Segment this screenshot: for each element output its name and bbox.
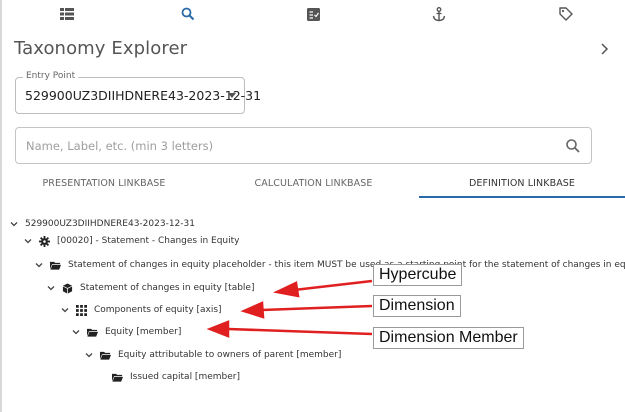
search-input[interactable] bbox=[16, 128, 556, 163]
tree-node-label: Components of equity [axis] bbox=[94, 305, 222, 315]
tree-node-label: 529900UZ3DIIHDNERE43-2023-12-31 bbox=[25, 219, 195, 229]
chevron-down-icon[interactable] bbox=[34, 260, 44, 270]
list-icon[interactable] bbox=[56, 4, 78, 24]
tag-icon[interactable] bbox=[555, 4, 577, 24]
caret-down-icon[interactable] bbox=[228, 93, 236, 98]
linkbase-tabs: PRESENTATION LINKBASE CALCULATION LINKBA… bbox=[0, 168, 625, 198]
search-field bbox=[15, 127, 592, 164]
active-tab-indicator bbox=[419, 196, 625, 198]
tree-node-label: Equity [member] bbox=[105, 327, 182, 337]
dimension-member-arrowhead bbox=[206, 320, 230, 338]
dimension-member-callout: Dimension Member bbox=[373, 327, 524, 349]
entry-point-value: 529900UZ3DIIHDNERE43-2023-12-31 bbox=[25, 88, 262, 103]
chevron-right-icon[interactable] bbox=[598, 41, 612, 57]
dimension-member-arrow bbox=[227, 327, 373, 336]
dimension-callout: Dimension bbox=[373, 295, 461, 317]
tree-node-label: Equity attributable to owners of parent … bbox=[118, 350, 342, 360]
tree-node-hypercube[interactable]: Statement of changes in equity [table] bbox=[46, 280, 254, 296]
left-border bbox=[0, 0, 2, 412]
hypercube-callout: Hypercube bbox=[373, 264, 463, 286]
chevron-down-icon[interactable] bbox=[84, 350, 94, 360]
folder-icon bbox=[100, 351, 111, 360]
tree-node-label: Statement of changes in equity [table] bbox=[80, 283, 255, 293]
fact-table-icon[interactable] bbox=[302, 4, 324, 24]
chevron-down-icon[interactable] bbox=[46, 283, 56, 293]
tab-calculation-linkbase[interactable]: CALCULATION LINKBASE bbox=[208, 168, 419, 198]
dimension-arrow bbox=[261, 304, 373, 312]
tree-node-label: Issued capital [member] bbox=[130, 372, 240, 382]
entry-point-legend: Entry Point bbox=[23, 71, 79, 81]
search-icon[interactable] bbox=[177, 4, 199, 24]
search-icon[interactable] bbox=[565, 138, 581, 154]
folder-icon bbox=[50, 261, 61, 270]
tree-node-dimension[interactable]: Components of equity [axis] bbox=[60, 302, 222, 318]
folder-icon bbox=[112, 373, 123, 382]
tree-node-entry-point[interactable]: 529900UZ3DIIHDNERE43-2023-12-31 bbox=[9, 216, 195, 232]
tree-node-label: Statement of changes in equity placehold… bbox=[68, 260, 625, 270]
tree-node-member-equity[interactable]: Equity [member] bbox=[71, 324, 181, 340]
chevron-down-icon[interactable] bbox=[71, 327, 81, 337]
entry-point-select[interactable]: Entry Point 529900UZ3DIIHDNERE43-2023-12… bbox=[15, 71, 261, 114]
dimension-arrowhead bbox=[240, 301, 265, 319]
tree-node-member-owners[interactable]: Equity attributable to owners of parent … bbox=[84, 347, 341, 363]
hypercube-arrowhead bbox=[273, 281, 300, 298]
tab-presentation-linkbase[interactable]: PRESENTATION LINKBASE bbox=[0, 168, 208, 198]
page-title: Taxonomy Explorer bbox=[14, 38, 188, 59]
cube-icon bbox=[62, 282, 73, 294]
tree-node-placeholder[interactable]: Statement of changes in equity placehold… bbox=[34, 257, 625, 273]
hypercube-arrow bbox=[293, 279, 373, 292]
gear-icon bbox=[39, 235, 50, 247]
chevron-down-icon[interactable] bbox=[9, 219, 19, 229]
tree-node-member-issued-capital[interactable]: Issued capital [member] bbox=[112, 369, 240, 385]
anchor-icon[interactable] bbox=[428, 4, 450, 24]
tree-node-role[interactable]: [00020] - Statement - Changes in Equity bbox=[23, 233, 239, 249]
top-toolbar bbox=[0, 0, 625, 30]
tab-definition-linkbase[interactable]: DEFINITION LINKBASE bbox=[419, 168, 625, 198]
tree-node-label: [00020] - Statement - Changes in Equity bbox=[57, 236, 240, 246]
chevron-down-icon[interactable] bbox=[23, 236, 33, 246]
grid-icon bbox=[76, 304, 87, 316]
chevron-down-icon[interactable] bbox=[60, 305, 70, 315]
folder-icon bbox=[87, 328, 98, 337]
